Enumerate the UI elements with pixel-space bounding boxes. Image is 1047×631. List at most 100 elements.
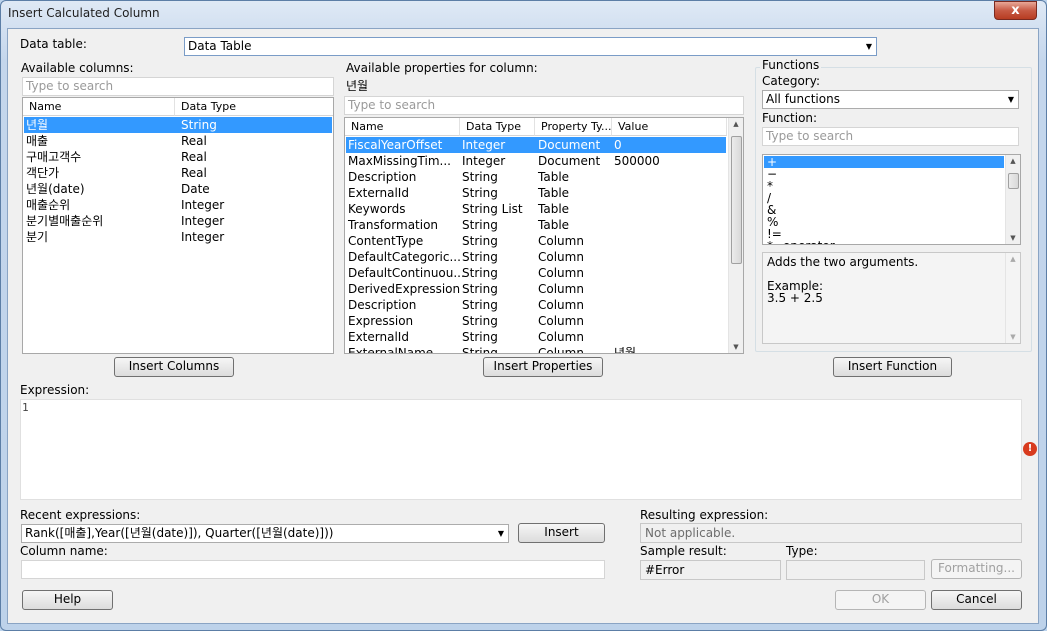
property-type: String [462,234,498,248]
column-header-type[interactable]: Data Type [175,98,333,116]
description-scrollbar[interactable]: ▲ ▼ [1005,253,1020,343]
expression-editor[interactable]: 1 [20,399,1022,500]
insert-columns-button[interactable]: Insert Columns [114,357,234,377]
function-description-box: Adds the two arguments. Example: 3.5 + 2… [762,252,1021,344]
property-name: ExternalId [348,186,409,200]
property-ptype: Column [538,282,584,296]
insert-function-button[interactable]: Insert Function [833,357,952,377]
prop-header-property-type[interactable]: Property Ty... [535,118,612,136]
property-row[interactable]: Keywords String List Table [346,201,726,217]
function-item[interactable]: − [764,168,1004,180]
property-type: String [462,298,498,312]
data-table-combo[interactable]: Data Table ▼ [184,37,877,56]
function-scrollbar[interactable]: ▲ ▼ [1005,155,1020,244]
ok-button[interactable]: OK [835,590,926,610]
property-name: Description [348,170,417,184]
category-combo[interactable]: All functions ▼ [762,90,1019,109]
property-type: String [462,346,498,354]
prop-header-value[interactable]: Value [612,118,727,136]
property-row[interactable]: ExternalId String Column [346,329,726,345]
property-row[interactable]: Transformation String Table [346,217,726,233]
column-data-type: Real [181,166,207,180]
insert-recent-button[interactable]: Insert [518,523,605,543]
columns-list[interactable]: Name Data Type 년월 String 매출 Real 구매고객수 Real 객단… [22,97,334,354]
line-gutter [21,400,32,499]
prop-header-type[interactable]: Data Type [460,118,535,136]
scroll-up-icon[interactable]: ▲ [729,120,743,128]
property-row[interactable]: ExternalId String Table [346,185,726,201]
function-item[interactable]: & [764,204,1004,216]
function-search-input[interactable]: Type to search [762,127,1019,146]
column-row[interactable]: 분기별매출순위 Integer [24,213,332,229]
column-row[interactable]: 구매고객수 Real [24,149,332,165]
scroll-thumb[interactable] [1008,173,1019,189]
function-item[interactable]: + [764,156,1004,168]
column-name: 년월(date) [26,182,85,196]
cancel-button[interactable]: Cancel [931,590,1022,610]
property-ptype: Table [538,202,570,216]
column-row[interactable]: 분기 Integer [24,229,332,245]
property-ptype: Table [538,170,570,184]
help-button[interactable]: Help [22,590,113,610]
scroll-up-icon[interactable]: ▲ [1006,157,1020,165]
column-data-type: Real [181,150,207,164]
column-row[interactable]: 년월 String [24,117,332,133]
function-item[interactable]: % [764,216,1004,228]
column-data-type: Integer [181,230,225,244]
close-button[interactable]: x [994,1,1037,20]
scroll-down-icon[interactable]: ▼ [1006,333,1020,341]
property-row[interactable]: FiscalYearOffset Integer Document 0 [346,137,726,153]
property-type: String [462,330,498,344]
property-row[interactable]: DerivedExpression String Column [346,281,726,297]
column-name: 년월 [26,118,49,132]
category-label: Category: [762,74,820,88]
property-type: String [462,186,498,200]
line-number: 1 [22,401,29,414]
data-table-value: Data Table [188,39,252,53]
function-list[interactable]: +−*/&%!=*=operator ▲ ▼ [762,154,1021,245]
property-row[interactable]: DefaultContinuou... String Column [346,265,726,281]
scroll-thumb[interactable] [731,136,742,264]
type-label: Type: [786,544,818,558]
property-row[interactable]: ExternalName String Column 년월 [346,345,726,354]
function-item[interactable]: *=operator [764,240,1004,244]
scroll-down-icon[interactable]: ▼ [1006,234,1020,242]
property-name: Transformation [348,218,439,232]
column-name-input[interactable] [21,560,605,579]
property-row[interactable]: DefaultCategoric... String Column [346,249,726,265]
properties-scrollbar[interactable]: ▲ ▼ [728,118,743,353]
function-label: Function: [762,111,818,125]
column-header-name[interactable]: Name [23,98,175,116]
column-row[interactable]: 매출 Real [24,133,332,149]
properties-list[interactable]: Name Data Type Property Ty... Value Fisc… [344,117,744,354]
column-row[interactable]: 년월(date) Date [24,181,332,197]
formatting-button[interactable]: Formatting... [931,559,1022,579]
column-row[interactable]: 객단가 Real [24,165,332,181]
column-data-type: Date [181,182,210,196]
prop-header-name[interactable]: Name [345,118,460,136]
scroll-up-icon[interactable]: ▲ [1006,255,1020,263]
property-ptype: Column [538,250,584,264]
property-ptype: Column [538,266,584,280]
properties-search-input[interactable]: Type to search [344,96,744,115]
property-ptype: Column [538,234,584,248]
column-name: 분기 [26,230,49,244]
property-row[interactable]: Description String Table [346,169,726,185]
error-icon[interactable]: ! [1023,442,1037,456]
property-name: DefaultContinuou... [348,266,465,280]
property-row[interactable]: Expression String Column [346,313,726,329]
property-row[interactable]: ContentType String Column [346,233,726,249]
property-row[interactable]: Description String Column [346,297,726,313]
insert-properties-button[interactable]: Insert Properties [483,357,603,377]
property-row[interactable]: MaxMissingTim... Integer Document 500000 [346,153,726,169]
function-item[interactable]: * [764,180,1004,192]
column-row[interactable]: 매출순위 Integer [24,197,332,213]
scroll-down-icon[interactable]: ▼ [729,343,743,351]
column-name: 분기별매출순위 [26,214,104,228]
recent-expressions-combo[interactable]: Rank([매출],Year([년월(date)]), Quarter([년월(… [21,524,509,543]
selected-column-name: 년월 [346,79,369,93]
property-type: String List [462,202,523,216]
columns-search-input[interactable]: Type to search [22,77,334,96]
property-type: String [462,282,498,296]
function-item[interactable]: / [764,192,1004,204]
